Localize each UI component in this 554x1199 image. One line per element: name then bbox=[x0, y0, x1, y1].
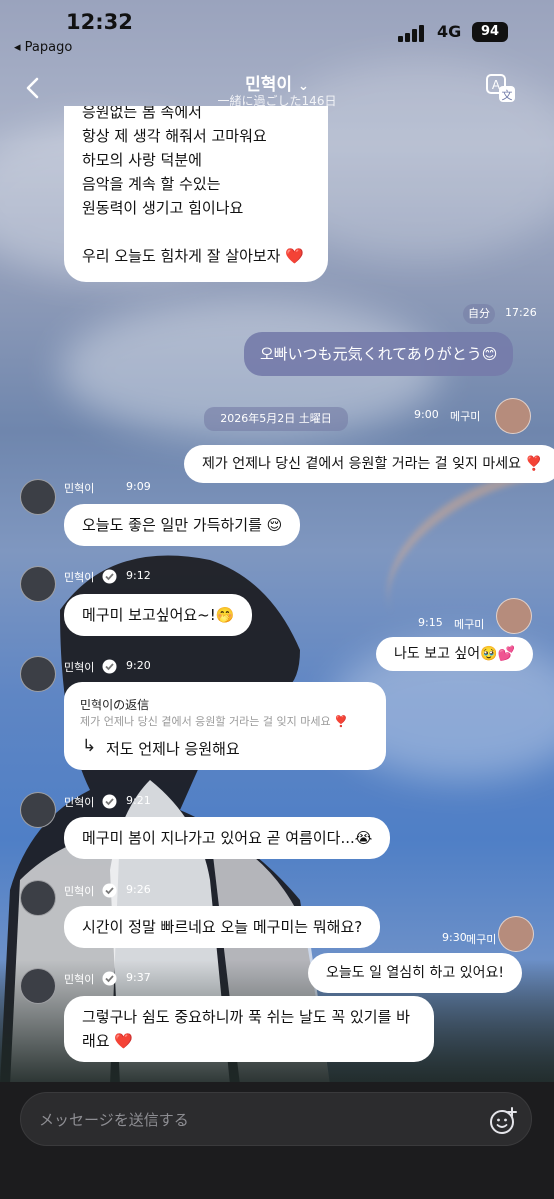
message-input-placeholder: メッセージを送信する bbox=[39, 1111, 189, 1129]
fan-avatar[interactable] bbox=[496, 598, 532, 634]
sender-name: 메구미 bbox=[450, 410, 481, 423]
date-separator: 2026年5月2日 土曜日 bbox=[204, 407, 348, 431]
fan-message-bubble[interactable]: 제가 언제나 당신 곁에서 응원할 거라는 걸 잊지 마세요 ❣️ bbox=[184, 445, 554, 483]
reply-text: 저도 언제나 응원해요 bbox=[106, 740, 240, 758]
artist-message-bubble[interactable]: 메구미 보고싶어요~!🤭 bbox=[64, 594, 253, 636]
fan-message-bubble[interactable]: 나도 보고 싶어🥹💕 bbox=[376, 637, 534, 671]
sender-name: 민혁이 bbox=[64, 571, 95, 584]
message-line: 응원없는 봄 속에서 bbox=[82, 106, 202, 121]
artist-avatar[interactable] bbox=[20, 880, 56, 916]
message-line: 그렇구나 쉼도 중요하니까 푹 쉬는 날도 꼭 있기를 바 bbox=[82, 1008, 410, 1026]
sender-name: 메구미 bbox=[454, 618, 485, 631]
artist-avatar[interactable] bbox=[20, 968, 56, 1004]
reply-quote: 제가 언제나 당신 곁에서 응원할 거라는 걸 잊지 마세요 ❣️ bbox=[80, 715, 348, 728]
verified-badge-icon bbox=[102, 659, 117, 674]
sender-name: 민혁이 bbox=[64, 885, 95, 898]
message-line: 원동력이 생기고 힘이나요 bbox=[82, 199, 244, 217]
signal-icon bbox=[398, 24, 428, 42]
message-composer: メッセージを送信する bbox=[0, 1082, 554, 1199]
message-input[interactable]: メッセージを送信する bbox=[20, 1092, 532, 1146]
reply-arrow-icon: ↳ bbox=[82, 736, 97, 756]
message-text: 우리 오늘도 힘차게 잘 살아보자 bbox=[82, 247, 281, 265]
artist-message-bubble[interactable]: 그렇구나 쉼도 중요하니까 푹 쉬는 날도 꼭 있기를 바 래요 ❤️ bbox=[64, 996, 434, 1062]
back-to-app-link[interactable]: ◂ Papago bbox=[14, 40, 72, 55]
artist-message-bubble[interactable]: 메구미 봄이 지나가고 있어요 곧 여름이다...😭 bbox=[64, 817, 391, 859]
artist-avatar[interactable] bbox=[20, 566, 56, 602]
message-line: 래요 ❤️ bbox=[82, 1029, 416, 1053]
heart-emoji: ❤️ bbox=[114, 1032, 134, 1050]
reply-title: 민혁이の返信 bbox=[80, 698, 150, 712]
sender-name: 민혁이 bbox=[64, 796, 95, 809]
message-time: 9:21 bbox=[126, 794, 151, 807]
artist-avatar[interactable] bbox=[20, 792, 56, 828]
message-time: 9:09 bbox=[126, 480, 151, 493]
message-bubble-top[interactable]: 응원없는 봄 속에서 항상 제 생각 해줘서 고마워요 하모의 사랑 덕분에 음… bbox=[64, 106, 328, 282]
artist-avatar[interactable] bbox=[20, 656, 56, 692]
message-time: 9:00 bbox=[414, 408, 439, 421]
sender-name: 민혁이 bbox=[64, 661, 95, 674]
message-text: 래요 bbox=[82, 1032, 110, 1050]
artist-message-bubble[interactable]: 오늘도 좋은 일만 가득하기를 😌 bbox=[64, 504, 301, 546]
message-line: 하모의 사랑 덕분에 bbox=[82, 151, 202, 169]
artist-avatar[interactable] bbox=[20, 479, 56, 515]
verified-badge-icon bbox=[102, 569, 117, 584]
message-time: 9:30 bbox=[442, 931, 467, 944]
svg-text:文: 文 bbox=[502, 88, 513, 102]
message-line: 항상 제 생각 해줘서 고마워요 bbox=[82, 127, 267, 145]
message-time: 9:15 bbox=[418, 616, 443, 629]
message-time: 9:20 bbox=[126, 659, 151, 672]
my-message-bubble[interactable]: 오빠いつも元気くれてありがとう😊 bbox=[244, 332, 514, 376]
sender-name: 메구미 bbox=[466, 933, 497, 946]
sender-name: 민혁이 bbox=[64, 482, 95, 495]
translate-icon[interactable]: A 文 bbox=[484, 72, 518, 106]
emoji-add-icon[interactable] bbox=[489, 1107, 517, 1135]
status-bar: 12:32 ◂ Papago 4G 94 bbox=[0, 0, 554, 60]
message-time: 9:26 bbox=[126, 883, 151, 896]
fan-message-bubble[interactable]: 오늘도 일 열심히 하고 있어요! bbox=[308, 953, 522, 993]
fan-avatar[interactable] bbox=[495, 398, 531, 434]
clock: 12:32 bbox=[66, 10, 133, 34]
self-label: 自分 bbox=[463, 304, 495, 324]
fan-avatar[interactable] bbox=[498, 916, 534, 952]
reply-message-bubble[interactable]: 민혁이の返信 제가 언제나 당신 곁에서 응원할 거라는 걸 잊지 마세요 ❣️… bbox=[64, 682, 386, 770]
message-time: 9:12 bbox=[126, 569, 151, 582]
message-time: 17:26 bbox=[505, 306, 537, 319]
verified-badge-icon bbox=[102, 794, 117, 809]
verified-badge-icon bbox=[102, 883, 117, 898]
message-line bbox=[82, 220, 310, 244]
message-time: 9:37 bbox=[126, 971, 151, 984]
message-line: 우리 오늘도 힘차게 잘 살아보자 ❤️ bbox=[82, 244, 310, 268]
battery-icon: 94 bbox=[472, 22, 508, 42]
message-line: 음악을 계속 할 수있는 bbox=[82, 175, 221, 193]
sender-name: 민혁이 bbox=[64, 973, 95, 986]
artist-message-bubble[interactable]: 시간이 정말 빠르네요 오늘 메구미는 뭐해요? bbox=[64, 906, 381, 948]
network-type: 4G bbox=[437, 22, 462, 41]
heart-emoji: ❤️ bbox=[285, 247, 304, 265]
verified-badge-icon bbox=[102, 971, 117, 986]
